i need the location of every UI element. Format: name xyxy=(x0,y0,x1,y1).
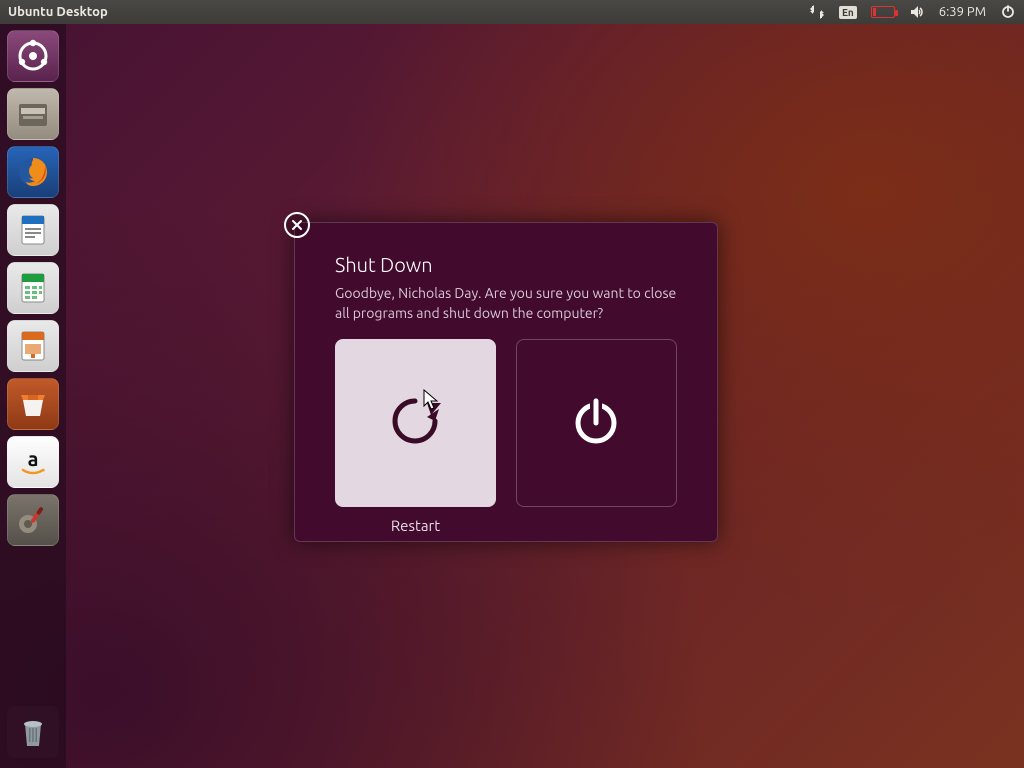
battery-icon[interactable] xyxy=(871,6,895,18)
launcher-trash[interactable] xyxy=(7,706,59,758)
dialog-title: Shut Down xyxy=(295,223,717,284)
menubar: Ubuntu Desktop En 6:39 PM xyxy=(0,0,1024,24)
launcher-files[interactable] xyxy=(7,88,59,140)
sound-icon[interactable] xyxy=(909,4,925,20)
shutdown-button[interactable] xyxy=(516,339,677,507)
session-icon[interactable] xyxy=(1000,4,1016,20)
launcher: a xyxy=(0,24,66,768)
restart-button[interactable] xyxy=(335,339,496,507)
launcher-software[interactable] xyxy=(7,378,59,430)
indicator-area: En 6:39 PM xyxy=(809,4,1016,20)
restart-icon xyxy=(383,389,447,457)
desktop[interactable]: Ubuntu Desktop En 6:39 PM xyxy=(0,0,1024,768)
app-title: Ubuntu Desktop xyxy=(8,5,108,19)
power-icon xyxy=(564,389,628,457)
launcher-writer[interactable] xyxy=(7,204,59,256)
launcher-firefox[interactable] xyxy=(7,146,59,198)
launcher-dash[interactable] xyxy=(7,30,59,82)
restart-label: Restart xyxy=(335,517,496,534)
launcher-amazon[interactable]: a xyxy=(7,436,59,488)
shutdown-dialog: Shut Down Goodbye, Nicholas Day. Are you… xyxy=(294,222,718,542)
dialog-message: Goodbye, Nicholas Day. Are you sure you … xyxy=(295,284,717,339)
clock[interactable]: 6:39 PM xyxy=(939,5,986,19)
close-button[interactable] xyxy=(284,212,310,238)
keyboard-indicator[interactable]: En xyxy=(839,6,857,19)
svg-text:a: a xyxy=(28,447,39,470)
launcher-settings[interactable] xyxy=(7,494,59,546)
network-icon[interactable] xyxy=(809,4,825,20)
launcher-calc[interactable] xyxy=(7,262,59,314)
launcher-impress[interactable] xyxy=(7,320,59,372)
shutdown-label xyxy=(516,517,677,534)
